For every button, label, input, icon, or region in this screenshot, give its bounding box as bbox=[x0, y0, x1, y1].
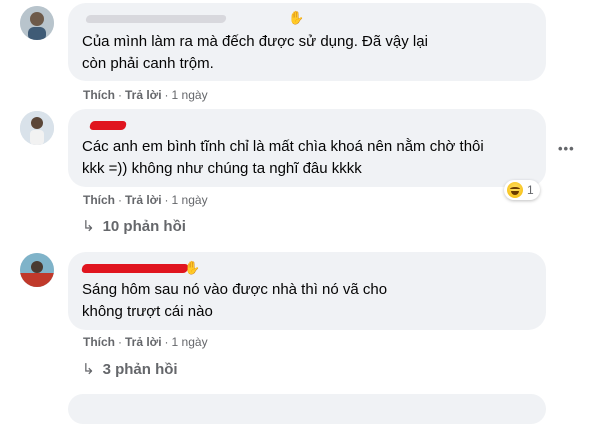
replies-count: 10 phản hồi bbox=[102, 218, 186, 235]
comment-bubble: Các anh em bình tĩnh chỉ là mất chìa kho… bbox=[68, 109, 546, 187]
reply-button[interactable]: Trả lời bbox=[125, 335, 162, 349]
reply-arrow-icon: ↳ bbox=[82, 218, 95, 235]
avatar[interactable] bbox=[20, 111, 54, 145]
reply-button[interactable]: Trả lời bbox=[125, 88, 162, 102]
comment-bubble: ✋ Sáng hôm sau nó vào được nhà thì nó vã… bbox=[68, 252, 546, 330]
redacted-author-name bbox=[85, 15, 227, 23]
comment-text: Các anh em bình tĩnh chỉ là mất chìa kho… bbox=[82, 138, 484, 177]
comment-actions: Thích · Trả lời · 1 ngày bbox=[83, 193, 208, 207]
separator-dot: · bbox=[118, 335, 122, 349]
comment-text: Sáng hôm sau nó vào được nhà thì nó vã c… bbox=[82, 281, 388, 320]
reply-arrow-icon: ↳ bbox=[82, 361, 95, 378]
comment-bubble: ✋ Của mình làm ra mà đếch được sử dụng. … bbox=[68, 3, 546, 81]
replies-count: 3 phản hồi bbox=[102, 361, 178, 378]
more-options-icon[interactable]: ••• bbox=[558, 141, 575, 156]
separator-dot: · bbox=[118, 88, 122, 102]
reaction-summary[interactable]: 1 bbox=[504, 180, 540, 200]
reply-button[interactable]: Trả lời bbox=[125, 193, 162, 207]
like-button[interactable]: Thích bbox=[83, 88, 115, 102]
comment-actions: Thích · Trả lời · 1 ngày bbox=[83, 88, 208, 102]
separator-dot: · bbox=[164, 335, 169, 349]
redacted-author-name bbox=[81, 264, 189, 273]
timestamp[interactable]: 1 ngày bbox=[172, 88, 208, 102]
timestamp[interactable]: 1 ngày bbox=[172, 193, 208, 207]
haha-emoji-icon bbox=[507, 182, 523, 198]
redacted-author-name bbox=[89, 121, 127, 130]
view-replies-link[interactable]: ↳ 10 phản hồi bbox=[82, 218, 186, 236]
separator-dot: · bbox=[164, 193, 169, 207]
wave-hand-icon: ✋ bbox=[288, 10, 305, 25]
comment-text: Của mình làm ra mà đếch được sử dụng. Đã… bbox=[82, 33, 428, 72]
like-button[interactable]: Thích bbox=[83, 335, 115, 349]
view-replies-link[interactable]: ↳ 3 phản hồi bbox=[82, 361, 178, 379]
wave-hand-icon: ✋ bbox=[184, 260, 201, 275]
comment-actions: Thích · Trả lời · 1 ngày bbox=[83, 335, 208, 349]
avatar[interactable] bbox=[20, 6, 54, 40]
separator-dot: · bbox=[164, 88, 169, 102]
reaction-count: 1 bbox=[527, 183, 534, 197]
avatar[interactable] bbox=[20, 253, 54, 287]
comment-bubble bbox=[68, 394, 546, 424]
timestamp[interactable]: 1 ngày bbox=[172, 335, 208, 349]
separator-dot: · bbox=[118, 193, 122, 207]
like-button[interactable]: Thích bbox=[83, 193, 115, 207]
